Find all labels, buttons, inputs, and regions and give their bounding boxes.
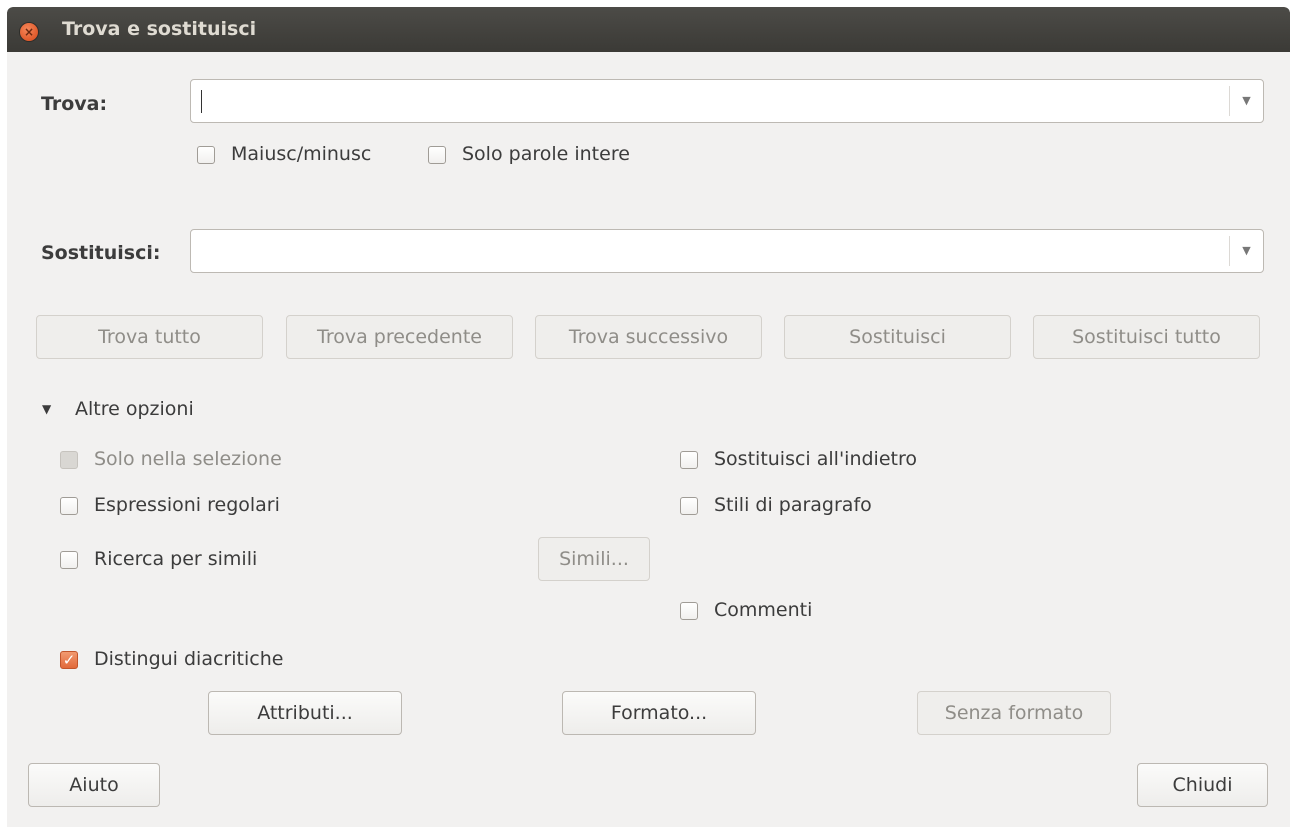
similarity-settings-button[interactable]: Simili... — [538, 537, 650, 581]
close-button[interactable]: Chiudi — [1137, 763, 1268, 807]
similarity-box[interactable] — [60, 551, 78, 569]
similarity-label: Ricerca per simili — [94, 548, 258, 570]
more-options-label: Altre opzioni — [75, 398, 194, 420]
replace-input[interactable] — [199, 238, 1223, 266]
paragraph-styles-box[interactable] — [680, 497, 698, 515]
replace-label: Sostituisci: — [41, 242, 161, 264]
whole-words-box[interactable] — [428, 146, 446, 164]
checkmark-icon[interactable]: ✓ — [60, 651, 78, 669]
format-button[interactable]: Formato... — [562, 691, 756, 735]
triangle-down-icon: ▼ — [42, 402, 52, 416]
whole-words-label: Solo parole intere — [462, 143, 630, 165]
attributes-button[interactable]: Attributi... — [208, 691, 402, 735]
replace-button[interactable]: Sostituisci — [784, 315, 1011, 359]
chevron-down-icon[interactable]: ▼ — [1229, 236, 1263, 266]
comments-box[interactable] — [680, 602, 698, 620]
paragraph-styles-label: Stili di paragrafo — [714, 494, 872, 516]
help-button[interactable]: Aiuto — [28, 763, 160, 807]
diacritics-label: Distingui diacritiche — [94, 648, 284, 670]
find-label: Trova: — [41, 93, 108, 115]
replace-combobox[interactable]: ▼ — [190, 229, 1264, 273]
match-case-label: Maiusc/minusc — [231, 143, 372, 165]
replace-backwards-box[interactable] — [680, 451, 698, 469]
find-replace-dialog: × Trova e sostituisci Trova: ▼ Maiusc/mi… — [7, 7, 1290, 827]
regex-label: Espressioni regolari — [94, 494, 280, 516]
regex-box[interactable] — [60, 497, 78, 515]
replace-all-button[interactable]: Sostituisci tutto — [1033, 315, 1260, 359]
find-previous-button[interactable]: Trova precedente — [286, 315, 513, 359]
selection-only-box[interactable] — [60, 451, 78, 469]
match-case-box[interactable] — [197, 146, 215, 164]
find-input[interactable] — [199, 88, 1223, 116]
replace-backwards-label: Sostituisci all'indietro — [714, 448, 917, 470]
close-icon[interactable]: × — [20, 23, 38, 41]
selection-only-label: Solo nella selezione — [94, 448, 282, 470]
find-next-button[interactable]: Trova successivo — [535, 315, 762, 359]
chevron-down-icon[interactable]: ▼ — [1229, 86, 1263, 116]
comments-label: Commenti — [714, 599, 813, 621]
no-format-button[interactable]: Senza formato — [917, 691, 1111, 735]
title-bar: × Trova e sostituisci — [7, 7, 1290, 52]
window-title: Trova e sostituisci — [62, 18, 257, 40]
find-combobox[interactable]: ▼ — [190, 79, 1264, 123]
find-all-button[interactable]: Trova tutto — [36, 315, 263, 359]
